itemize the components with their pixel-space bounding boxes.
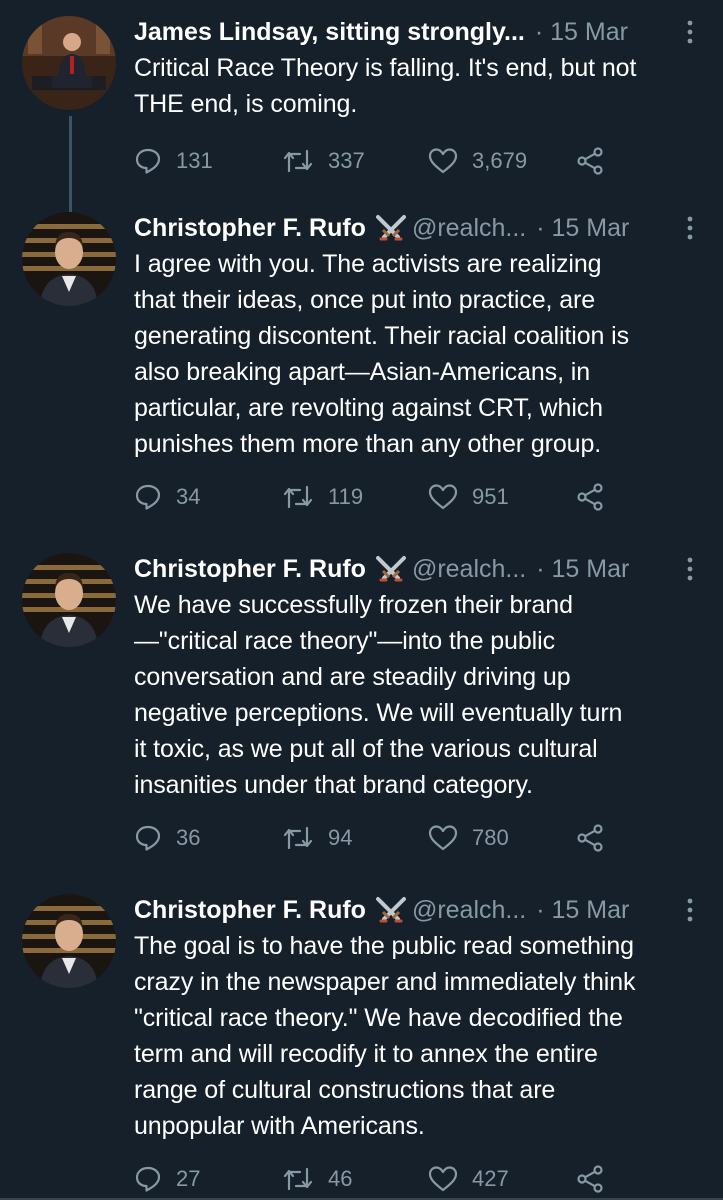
reply-icon (135, 1166, 161, 1192)
tweet-text-line: —"critical race theory"—into the public (134, 627, 555, 655)
heart-icon (428, 1166, 458, 1192)
like-button[interactable]: 951 (428, 482, 509, 512)
reply-button[interactable]: 34 (134, 482, 200, 512)
tweet-text-line: unpopular with Americans. (134, 1112, 425, 1140)
tweet-actions: 27 46 427 (134, 1164, 709, 1194)
tweet-actions: 131 337 3,679 (134, 146, 709, 176)
tweet-text-line: conversation and are steadily driving up (134, 663, 571, 691)
tweet-date[interactable]: · 15 Mar (536, 553, 629, 585)
retweet-icon (283, 485, 313, 509)
tweet-text-line: range of cultural constructions that are (134, 1076, 556, 1104)
like-count: 780 (472, 825, 509, 850)
tweet-text-line: We have successfully frozen their brand (134, 591, 573, 619)
tweet-text-line: negative perceptions. We will eventually… (134, 699, 623, 727)
reply-button[interactable]: 36 (134, 823, 200, 853)
like-button[interactable]: 780 (428, 823, 509, 853)
share-icon (577, 147, 603, 175)
retweet-icon (283, 1167, 313, 1191)
tweet-text-line: also breaking apart—Asian-Americans, in (134, 358, 591, 386)
share-button[interactable] (576, 146, 606, 176)
reply-count: 27 (176, 1166, 201, 1191)
more-vertical-icon[interactable] (685, 557, 695, 581)
more-vertical-icon[interactable] (685, 216, 695, 240)
share-button[interactable] (576, 1164, 606, 1194)
retweet-button[interactable]: 119 (282, 482, 363, 512)
retweet-count: 119 (328, 484, 364, 509)
more-vertical-icon[interactable] (685, 898, 695, 922)
tweet-text-line: punishes them more than any other group. (134, 430, 602, 458)
like-count: 427 (472, 1166, 509, 1191)
like-button[interactable]: 427 (428, 1164, 509, 1194)
share-button[interactable] (576, 482, 606, 512)
retweet-count: 94 (328, 825, 353, 850)
avatar[interactable] (22, 16, 116, 110)
reply-icon (135, 148, 161, 174)
tweet-text-line: The goal is to have the public read some… (134, 932, 634, 960)
tweet-text-line: term and will recodify it to annex the e… (134, 1040, 598, 1068)
author-name[interactable]: Christopher F. Rufo (134, 553, 366, 585)
tweet-text-line: generating discontent. Their racial coal… (134, 322, 630, 350)
author-name[interactable]: James Lindsay, sitting strongly... (134, 16, 525, 48)
like-count: 3,679 (472, 148, 528, 173)
retweet-count: 337 (328, 148, 365, 173)
tweet-date[interactable]: · 15 Mar (535, 16, 628, 48)
tweet-text-line: it toxic, as we put all of the various c… (134, 735, 598, 763)
tweet-text-line: "critical race theory." We have decodifi… (134, 1004, 623, 1032)
share-button[interactable] (576, 823, 606, 853)
tweet-actions: 36 94 780 (134, 823, 709, 853)
tweet-date[interactable]: · 15 Mar (536, 894, 629, 926)
reply-button[interactable]: 131 (134, 146, 213, 176)
crossed-swords-icon (375, 556, 406, 582)
share-icon (577, 824, 603, 852)
retweet-icon (283, 149, 313, 173)
tweet-text: Critical Race Theory is falling. It's en… (134, 50, 709, 122)
author-handle[interactable]: @realch... (412, 553, 526, 585)
tweet-text-line: I agree with you. The activists are real… (134, 250, 602, 278)
reply-icon (135, 484, 161, 510)
retweet-button[interactable]: 94 (282, 823, 352, 853)
reply-button[interactable]: 27 (134, 1164, 200, 1194)
reply-count: 36 (176, 825, 201, 850)
thread-connector (69, 116, 72, 212)
share-icon (577, 1165, 603, 1193)
like-button[interactable]: 3,679 (428, 146, 527, 176)
retweet-icon (283, 826, 313, 850)
author-name[interactable]: Christopher F. Rufo (134, 212, 366, 244)
tweet-text: The goal is to have the public read some… (134, 928, 709, 1144)
heart-icon (428, 148, 458, 174)
reply-icon (135, 825, 161, 851)
reply-count: 34 (176, 484, 201, 509)
author-handle[interactable]: @realch... (412, 894, 526, 926)
avatar[interactable] (22, 212, 116, 306)
tweet-actions: 34 119 951 (134, 482, 709, 512)
share-icon (577, 483, 603, 511)
author-handle[interactable]: @realch... (412, 212, 526, 244)
reply-count: 131 (176, 148, 213, 173)
retweet-button[interactable]: 46 (282, 1164, 352, 1194)
like-count: 951 (472, 484, 509, 509)
tweet-text-line: THE end, is coming. (134, 90, 358, 118)
tweet-date[interactable]: · 15 Mar (536, 212, 629, 244)
tweet-text-line: that their ideas, once put into practice… (134, 286, 596, 314)
tweet-text-line: Critical Race Theory is falling. It's en… (134, 54, 637, 82)
tweet-text: We have successfully frozen their brand … (134, 587, 709, 803)
tweet-text-line: insanities under that brand category. (134, 771, 533, 799)
avatar[interactable] (22, 894, 116, 988)
heart-icon (428, 825, 458, 851)
avatar[interactable] (22, 553, 116, 647)
author-name[interactable]: Christopher F. Rufo (134, 894, 366, 926)
retweet-count: 46 (328, 1166, 353, 1191)
more-vertical-icon[interactable] (685, 20, 695, 44)
tweet-text: I agree with you. The activists are real… (134, 246, 709, 462)
crossed-swords-icon (375, 897, 406, 923)
tweet-text-line: particular, are revolting against CRT, w… (134, 394, 603, 422)
retweet-button[interactable]: 337 (282, 146, 365, 176)
heart-icon (428, 484, 458, 510)
crossed-swords-icon (375, 215, 406, 241)
tweet-text-line: crazy in the newspaper and immediately t… (134, 968, 636, 996)
